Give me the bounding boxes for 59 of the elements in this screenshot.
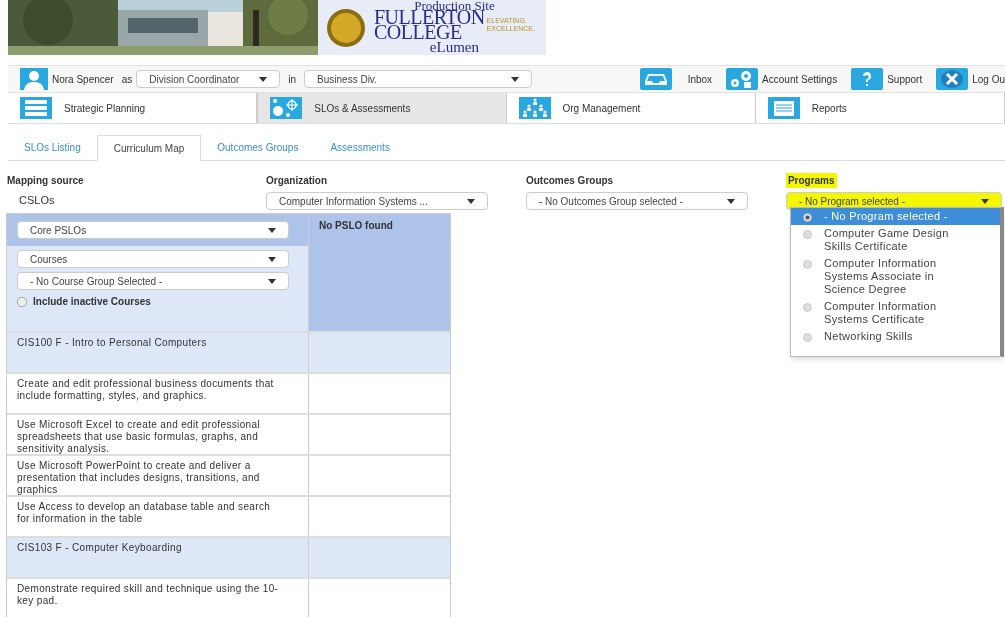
role-select[interactable]: Division Coordinator (136, 70, 281, 88)
in-label: in (288, 72, 297, 87)
header-link[interactable]: Account Settings (726, 68, 838, 90)
pslo-select[interactable]: Core PSLOs (17, 221, 289, 239)
caret-icon (268, 256, 276, 262)
program-option[interactable]: - No Program selected - (791, 208, 1000, 225)
module-tab[interactable]: SLOs & Assessments (257, 93, 507, 123)
tray-icon (639, 68, 672, 90)
people-icon (518, 97, 551, 119)
user-name: Nora Spencer (52, 72, 114, 87)
radio-icon (803, 333, 812, 342)
course-cell: CIS100 F - Intro to Personal Computers (7, 333, 309, 372)
header-link[interactable]: Log Ou (936, 68, 1005, 90)
caret-icon (268, 227, 276, 233)
site-label: Production Site (414, 0, 495, 10)
organization-select[interactable]: Computer Information Systems ... (265, 192, 488, 210)
program-option[interactable]: Networking Skills (791, 328, 1000, 345)
seal-icon (326, 7, 366, 48)
radio-icon (803, 303, 812, 312)
filter-label: Programs (785, 173, 837, 188)
college-name: COLLEGE (374, 24, 462, 40)
header-link[interactable]: Support (851, 68, 923, 90)
target-icon (270, 97, 303, 119)
filter-label: Mapping source (7, 174, 85, 188)
college-name: FULLERTON (374, 9, 485, 25)
filter-label: Organization (265, 174, 329, 188)
help-icon (851, 68, 884, 90)
division-select[interactable]: Business Div. (304, 70, 533, 88)
tab[interactable]: Assessments (314, 135, 406, 160)
caret-icon (980, 198, 989, 204)
list-icon (20, 97, 52, 119)
mapping-source-value: CSLOs (19, 193, 56, 208)
checkbox-label: Include inactive Courses (33, 295, 151, 309)
tab[interactable]: Curriculum Map (96, 135, 202, 161)
radio-icon (803, 260, 812, 269)
as-label: as (121, 72, 133, 87)
pslo-header-cell: No PSLO found (309, 214, 450, 331)
course-cell: CIS103 F - Computer Keyboarding (7, 538, 309, 577)
course-type-select[interactable]: Courses (17, 250, 289, 268)
program-option[interactable]: Computer Information Systems Associate in Science Degree (791, 255, 1000, 298)
program-option[interactable]: Computer Game Design Skills Certificate (791, 225, 1000, 255)
course-group-select[interactable]: - No Course Group Selected - (17, 272, 289, 290)
caret-icon (466, 198, 475, 204)
caret-icon (259, 76, 268, 82)
filter-label: Outcomes Groups (525, 174, 615, 188)
tab[interactable]: SLOs Listing (8, 135, 97, 160)
caret-icon (511, 76, 520, 82)
program-option[interactable]: Computer Information Systems Certificate (791, 298, 1000, 328)
close-icon (936, 68, 969, 90)
tab[interactable]: Outcomes Groups (201, 135, 315, 160)
outcomes-group-select[interactable]: - No Outcomes Group selected - (525, 192, 748, 210)
avatar-icon (20, 68, 48, 90)
report-icon (767, 97, 800, 119)
checkbox[interactable] (17, 296, 27, 307)
gears-icon (726, 68, 759, 90)
caret-icon (268, 278, 276, 284)
header-link[interactable]: Inbox (639, 68, 713, 90)
caret-icon (726, 198, 735, 204)
product-name: eLumen (429, 39, 479, 55)
